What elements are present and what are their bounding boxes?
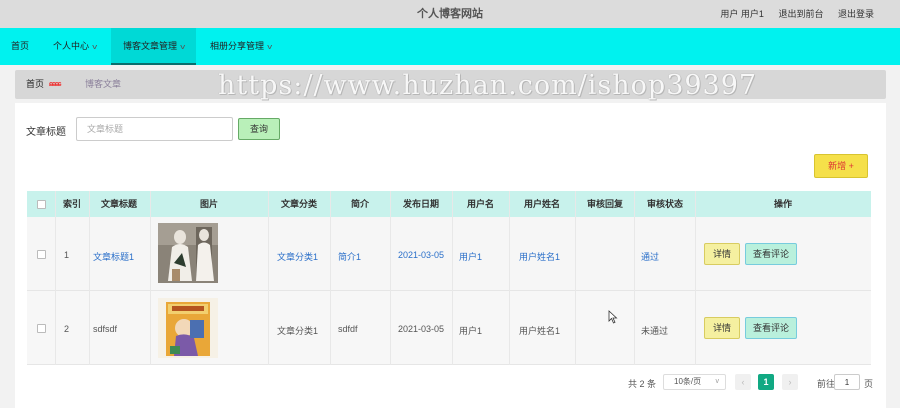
row-checkbox[interactable] (37, 324, 46, 333)
nav-item-label: 相册分享管理 (210, 41, 265, 51)
column-header: 简介 (350, 199, 369, 209)
main-nav: 首页 个人中心 v 博客文章管理 v 相册分享管理 v (0, 28, 900, 65)
current-user-label: 用户 用户1 (720, 9, 764, 19)
row-username[interactable]: 用户1 (459, 250, 482, 263)
row-realname[interactable]: 用户姓名1 (519, 250, 560, 263)
row-title[interactable]: sdfsdf (93, 324, 117, 334)
chevron-down-icon: v (715, 378, 720, 385)
article-image (158, 223, 218, 283)
select-all-checkbox[interactable] (37, 200, 46, 209)
top-bar: 个人博客网站 用户 用户1 退出到前台 退出登录 (0, 0, 900, 28)
to-front-link[interactable]: 退出到前台 (778, 9, 823, 19)
column-divider (390, 191, 391, 365)
nav-item-blog-articles[interactable]: 博客文章管理 v (111, 28, 196, 65)
row-category: 文章分类1 (277, 326, 319, 336)
breadcrumb-home[interactable]: 首页 (26, 70, 44, 99)
column-divider (268, 191, 269, 365)
search-input[interactable] (76, 117, 233, 141)
prev-page-button[interactable]: ‹ (735, 374, 751, 390)
goto-unit: 页 (864, 379, 874, 389)
row-date: 2021-03-05 (398, 324, 445, 334)
nav-item-album-share[interactable]: 相册分享管理 v (198, 28, 284, 65)
chevron-down-icon: v (180, 44, 186, 51)
column-divider (634, 191, 635, 365)
view-comments-button[interactable]: 查看评论 (745, 317, 797, 339)
column-header: 文章标题 (100, 199, 137, 209)
chevron-down-icon: v (267, 44, 273, 51)
goto-label: 前往 (817, 379, 836, 389)
search-button[interactable]: 查询 (238, 118, 280, 140)
row-status[interactable]: 通过 (641, 250, 659, 263)
chevron-down-icon: v (92, 44, 98, 51)
nav-item-label: 博客文章管理 (123, 41, 178, 51)
column-header: 文章分类 (280, 199, 317, 209)
pagination-total: 共 2 条 (628, 379, 657, 389)
add-button[interactable]: 新增 + (814, 154, 868, 178)
next-page-button[interactable]: › (782, 374, 798, 390)
row-summary[interactable]: 简介1 (338, 250, 361, 263)
column-header: 发布日期 (402, 199, 439, 209)
search-label: 文章标题 (26, 127, 66, 138)
row-username: 用户1 (459, 326, 483, 336)
goto-page-input[interactable] (834, 374, 860, 390)
row-category[interactable]: 文章分类1 (277, 250, 318, 263)
column-divider (575, 191, 576, 365)
breadcrumb-current: 博客文章 (85, 79, 122, 89)
column-header: 审核状态 (646, 199, 683, 209)
column-divider (509, 191, 510, 365)
watermark: https://www.huzhan.com/ishop39397 (218, 70, 758, 101)
row-realname: 用户姓名1 (519, 326, 561, 336)
row-date[interactable]: 2021-03-05 (398, 250, 444, 260)
top-right-links: 用户 用户1 退出到前台 退出登录 (708, 0, 874, 28)
logout-link[interactable]: 退出登录 (838, 9, 874, 19)
column-header: 索引 (62, 199, 81, 209)
row-index: 2 (64, 324, 70, 334)
column-divider (89, 191, 90, 365)
page-number-1[interactable]: 1 (758, 374, 774, 390)
nav-item-home[interactable]: 首页 (0, 28, 37, 65)
nav-item-label: 个人中心 (53, 41, 90, 51)
breadcrumb-separator: ɕɕɕɕ (49, 81, 62, 88)
table-header: 索引 文章标题 图片 文章分类 简介 发布日期 用户名 用户姓名 审核回复 审核… (27, 191, 871, 217)
column-header: 用户姓名 (523, 199, 560, 209)
view-comments-button[interactable]: 查看评论 (745, 243, 797, 265)
column-header: 图片 (199, 199, 218, 209)
column-divider (695, 191, 696, 365)
column-header: 审核回复 (586, 199, 623, 209)
row-title[interactable]: 文章标题1 (93, 250, 134, 263)
column-divider (55, 191, 56, 365)
page-size-select[interactable]: 10条/页 v (663, 374, 726, 390)
nav-item-label: 首页 (11, 41, 30, 51)
column-header: 用户名 (466, 199, 494, 209)
row-status: 未通过 (641, 326, 669, 336)
column-divider (452, 191, 453, 365)
detail-button[interactable]: 详情 (704, 243, 740, 265)
column-divider (330, 191, 331, 365)
column-header: 操作 (773, 199, 792, 209)
column-divider (150, 191, 151, 365)
row-checkbox[interactable] (37, 250, 46, 259)
mouse-cursor-icon (608, 310, 618, 324)
nav-item-personal-center[interactable]: 个人中心 v (42, 28, 108, 65)
row-summary: sdfdf (338, 324, 358, 334)
page-size-value: 10条/页 (674, 377, 702, 386)
article-image (158, 298, 218, 358)
row-index: 1 (64, 250, 70, 260)
detail-button[interactable]: 详情 (704, 317, 740, 339)
